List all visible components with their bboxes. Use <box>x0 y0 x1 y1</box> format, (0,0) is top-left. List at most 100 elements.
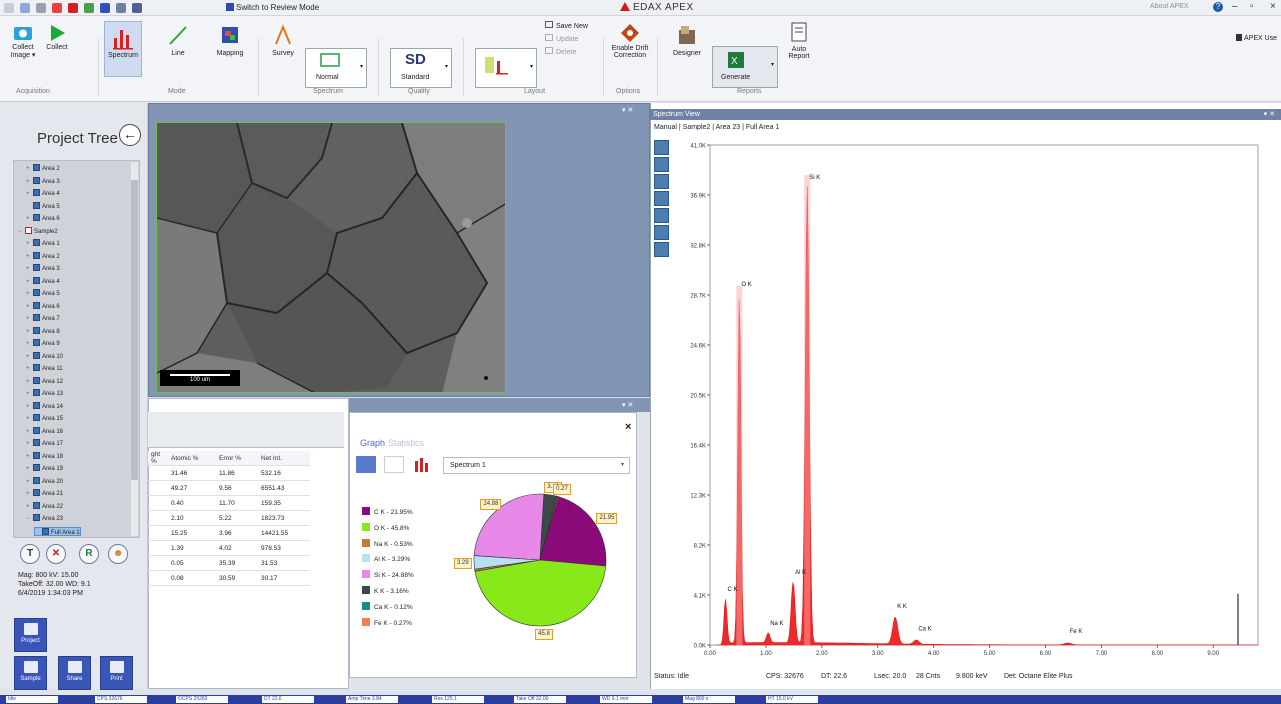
compare-icon[interactable] <box>654 208 669 223</box>
report-tool-button[interactable]: R <box>79 544 99 564</box>
results-panel-controls[interactable]: ▾ ✕ <box>622 401 633 409</box>
tree-expander[interactable]: + <box>26 178 33 187</box>
tab-statistics[interactable]: Statistics <box>388 438 424 448</box>
generate-dropdown[interactable]: X Generate ▾ <box>712 46 778 88</box>
tree-item[interactable]: + Area 4 <box>26 276 60 286</box>
text-tool-button[interactable]: T <box>20 544 40 564</box>
settings-icon[interactable] <box>36 3 46 13</box>
sample-nav-button[interactable]: Sample <box>14 656 47 690</box>
print-nav-button[interactable]: Print <box>100 656 133 690</box>
quality-dropdown[interactable]: SD Standard ▾ <box>390 48 452 88</box>
tree-expander[interactable]: − <box>26 515 33 524</box>
tree-item[interactable]: + Area 3 <box>26 264 60 273</box>
tree-expander[interactable]: + <box>26 265 33 274</box>
tree-expander[interactable]: + <box>26 240 33 249</box>
tree-item[interactable]: + Area 12 <box>26 376 63 386</box>
tree-expander[interactable]: + <box>26 490 33 499</box>
table-row[interactable]: 1.39 4.02 978.53 <box>148 540 310 556</box>
minimize-button[interactable]: – <box>1232 1 1238 12</box>
tree-item[interactable]: + Area 16 <box>26 426 63 437</box>
tree-item[interactable]: − Area 23 <box>26 514 63 523</box>
tree-expander[interactable]: + <box>26 303 33 312</box>
tree-item[interactable]: + Area 10 <box>26 351 63 362</box>
spectrum-chart[interactable]: 0.0K 4.1K 8.2K 12.3K 16.4K 20.5K 24.6K 28.7K 32.… <box>680 140 1278 660</box>
close-button[interactable]: × <box>1270 1 1276 12</box>
tree-expander[interactable]: + <box>26 428 33 437</box>
auto-report-button[interactable]: Auto Report <box>784 22 814 60</box>
table-row[interactable]: 31.46 11.86 532.16 <box>148 465 310 481</box>
tree-expander[interactable]: + <box>26 353 33 362</box>
tree-item[interactable]: + Area 9 <box>26 339 60 348</box>
ring-chart-icon[interactable] <box>384 456 404 473</box>
table-row[interactable]: 2.10 5.22 1823.73 <box>148 510 310 526</box>
zoom-in-icon[interactable] <box>654 157 669 172</box>
tree-expander[interactable]: + <box>26 290 33 299</box>
project-tree[interactable]: + Area 2 + Area 3 + Area 4 Area 5 + Area 6 − Sampl… <box>13 160 140 538</box>
layout-dropdown[interactable]: ▾ <box>475 48 537 88</box>
about-link[interactable]: About APEX <box>1150 3 1189 10</box>
line-mode-button[interactable]: Line <box>163 24 193 57</box>
spectrum-select[interactable]: Spectrum 1 ▾ <box>443 457 630 474</box>
table-row[interactable]: 49.27 9.56 6551.43 <box>148 480 310 496</box>
tree-item[interactable]: + Area 15 <box>26 414 63 423</box>
tree-item[interactable]: Area 5 <box>26 201 60 211</box>
sem-micrograph[interactable] <box>156 122 506 393</box>
review-mode-button[interactable]: Switch to Review Mode <box>226 3 319 12</box>
library-tool-button[interactable]: ☻ <box>108 544 128 564</box>
pie-slice[interactable] <box>474 559 607 627</box>
tree-item[interactable]: + Area 2 <box>26 164 60 173</box>
tree-scrollbar-thumb[interactable] <box>131 180 138 480</box>
tab-graph[interactable]: Graph <box>360 438 385 448</box>
project-nav-button[interactable]: Project <box>14 618 47 652</box>
tree-expander[interactable]: + <box>26 465 33 474</box>
tree-expander[interactable]: + <box>26 253 33 262</box>
table-row[interactable]: 0.05 35.39 31.53 <box>148 555 310 571</box>
tree-item[interactable]: + Area 2 <box>26 251 60 262</box>
tree-item[interactable]: Full Area 1 <box>34 526 81 536</box>
help-icon[interactable]: ? <box>1213 2 1223 12</box>
tree-expander[interactable]: + <box>26 503 33 512</box>
pie-chart-icon[interactable] <box>356 456 376 473</box>
menu-icon[interactable] <box>4 3 14 13</box>
tree-expander[interactable]: + <box>26 440 33 449</box>
spectrum-panel-controls[interactable]: ▾ ✕ <box>1264 109 1275 120</box>
tree-expander[interactable]: + <box>26 453 33 462</box>
tree-item[interactable]: + Area 13 <box>26 389 63 398</box>
tree-item[interactable]: + Area 20 <box>26 476 63 486</box>
grid-icon[interactable] <box>116 3 126 13</box>
designer-button[interactable]: Designer <box>670 24 704 57</box>
spectrum-quick-icon[interactable] <box>52 3 62 13</box>
tree-item[interactable]: + Area 7 <box>26 314 60 323</box>
save-icon[interactable] <box>20 3 30 13</box>
tree-item-sample[interactable]: − Sample2 <box>18 226 58 237</box>
tree-item[interactable]: + Area 6 <box>26 301 60 312</box>
enable-drift-button[interactable]: Enable Drift Correction <box>608 23 652 59</box>
survey-button[interactable]: Survey <box>268 24 298 57</box>
normal-dropdown[interactable]: Normal ▾ <box>305 48 367 88</box>
save-new-button[interactable]: Save New <box>545 21 588 30</box>
image-quick-icon[interactable] <box>84 3 94 13</box>
tree-expander[interactable]: + <box>26 165 33 174</box>
graph-close-icon[interactable]: × <box>625 421 631 433</box>
flag-icon[interactable] <box>100 3 110 13</box>
table-row[interactable]: 0.40 11.70 159.35 <box>148 495 310 511</box>
bar-chart-icon[interactable] <box>412 456 432 473</box>
tree-expander[interactable]: + <box>26 415 33 424</box>
mapping-mode-button[interactable]: Mapping <box>213 24 247 57</box>
cross-tool-button[interactable]: ✕ <box>46 544 66 564</box>
tree-item[interactable]: + Area 19 <box>26 464 63 473</box>
tree-item[interactable]: + Area 21 <box>26 489 63 498</box>
tree-item[interactable]: + Area 17 <box>26 439 63 448</box>
table-row[interactable]: 15.25 3.96 14421.55 <box>148 525 310 541</box>
collect-button[interactable]: Collect <box>44 24 70 51</box>
tree-item[interactable]: + Area 22 <box>26 501 63 512</box>
export-icon[interactable] <box>654 225 669 240</box>
tree-expander[interactable]: − <box>18 228 25 237</box>
spectrum-mode-button[interactable]: Spectrum <box>104 21 142 77</box>
zoom-fit-icon[interactable] <box>654 140 669 155</box>
tree-expander[interactable]: + <box>26 315 33 324</box>
tree-item[interactable]: + Area 8 <box>26 326 60 336</box>
tree-expander[interactable]: + <box>26 390 33 399</box>
pin-icon[interactable] <box>68 3 78 13</box>
tree-expander[interactable]: + <box>26 340 33 349</box>
